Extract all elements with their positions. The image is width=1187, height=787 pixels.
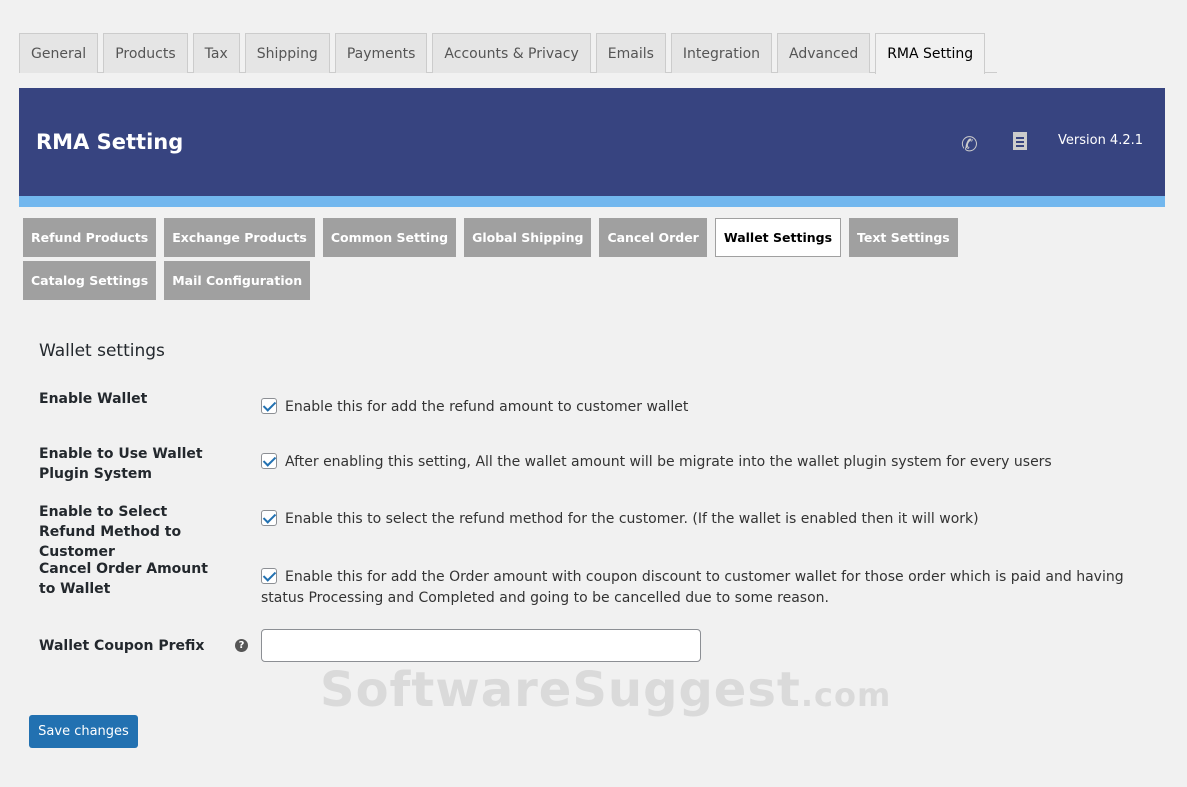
tab-accounts-privacy[interactable]: Accounts & Privacy <box>432 33 591 73</box>
watermark: SoftwareSuggest.com <box>320 662 892 718</box>
setting-description: Enable this for add the Order amount wit… <box>261 569 1124 606</box>
tab-products[interactable]: Products <box>103 33 188 73</box>
document-icon[interactable] <box>1013 132 1027 150</box>
section-title: Wallet settings <box>39 341 165 361</box>
subtab-refund-products[interactable]: Refund Products <box>23 218 157 257</box>
wallet-plugin-checkbox[interactable] <box>261 453 277 469</box>
subtab-mail-configuration[interactable]: Mail Configuration <box>164 261 311 300</box>
setting-label: Enable to Select Refund Method to Custom… <box>39 504 182 560</box>
subtab-wallet-settings[interactable]: Wallet Settings <box>714 218 842 257</box>
enable-wallet-checkbox[interactable] <box>261 398 277 414</box>
subtab-global-shipping[interactable]: Global Shipping <box>464 218 592 257</box>
subtab-catalog-settings[interactable]: Catalog Settings <box>23 261 157 300</box>
setting-description: After enabling this setting, All the wal… <box>285 454 1052 470</box>
cancel-order-wallet-checkbox[interactable] <box>261 568 277 584</box>
tab-advanced[interactable]: Advanced <box>777 33 871 73</box>
tab-shipping[interactable]: Shipping <box>244 33 330 73</box>
tab-tax[interactable]: Tax <box>192 33 240 73</box>
tab-payments[interactable]: Payments <box>334 33 428 73</box>
setting-label: Cancel Order Amount to Wallet <box>39 561 208 597</box>
rma-banner: RMA Setting ✆ Version 4.2.1 <box>19 88 1165 196</box>
tab-integration[interactable]: Integration <box>670 33 773 73</box>
tab-emails[interactable]: Emails <box>595 33 666 73</box>
phone-icon[interactable]: ✆ <box>961 132 978 156</box>
setting-label: Enable Wallet <box>39 391 148 407</box>
banner-accent-strip <box>19 196 1165 207</box>
help-icon[interactable]: ? <box>235 639 248 652</box>
version-label: Version 4.2.1 <box>1058 133 1144 148</box>
tab-general[interactable]: General <box>19 33 99 73</box>
tab-rma-setting[interactable]: RMA Setting <box>875 33 986 74</box>
subtab-common-setting[interactable]: Common Setting <box>322 218 457 257</box>
rma-sub-tabs: Refund Products Exchange Products Common… <box>23 218 1083 300</box>
setting-label: Enable to Use Wallet Plugin System <box>39 446 203 482</box>
settings-nav-tabs: General Products Tax Shipping Payments A… <box>19 33 997 74</box>
setting-label: Wallet Coupon Prefix <box>39 638 205 654</box>
refund-method-checkbox[interactable] <box>261 510 277 526</box>
save-changes-button[interactable]: Save changes <box>29 715 138 748</box>
page-title: RMA Setting <box>36 130 184 154</box>
subtab-exchange-products[interactable]: Exchange Products <box>164 218 315 257</box>
wallet-coupon-prefix-input[interactable] <box>261 629 701 662</box>
setting-description: Enable this for add the refund amount to… <box>285 399 689 415</box>
subtab-text-settings[interactable]: Text Settings <box>849 218 958 257</box>
setting-description: Enable this to select the refund method … <box>285 511 979 527</box>
subtab-cancel-order[interactable]: Cancel Order <box>599 218 707 257</box>
